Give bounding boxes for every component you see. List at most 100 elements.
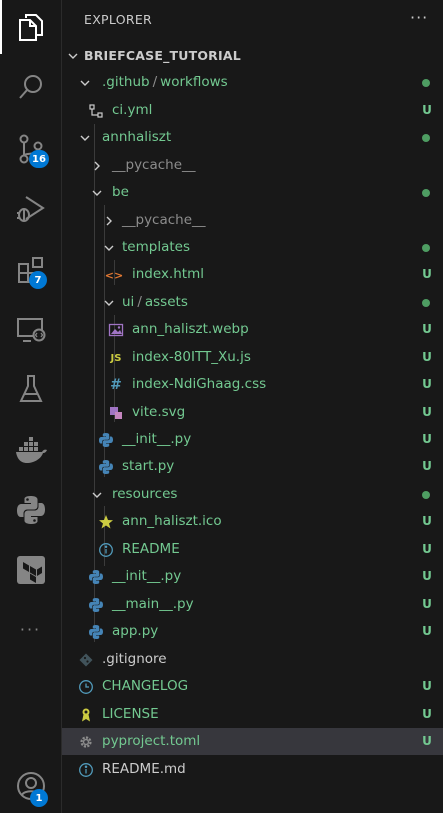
tree-file-css[interactable]: # index-NdiGhaag.css U bbox=[62, 371, 443, 398]
tree-file-main-py[interactable]: __main__.py U bbox=[62, 591, 443, 618]
tree-folder-annhaliszt[interactable]: annhaliszt bbox=[62, 124, 443, 151]
extensions-count-badge: 7 bbox=[29, 271, 47, 289]
tree-folder-resources[interactable]: resources bbox=[62, 481, 443, 508]
file-label: vite.svg bbox=[132, 404, 186, 420]
search-activity-button[interactable] bbox=[0, 60, 61, 114]
accounts-badge: 1 bbox=[30, 789, 48, 807]
file-label: ci.yml bbox=[112, 102, 153, 118]
git-status-untracked: U bbox=[422, 377, 432, 391]
git-status-untracked: U bbox=[422, 569, 432, 583]
file-label: .gitignore bbox=[102, 651, 167, 667]
explorer-activity-button[interactable] bbox=[0, 0, 61, 54]
tree-file-app-py[interactable]: app.py U bbox=[62, 618, 443, 645]
file-label: CHANGELOG bbox=[102, 678, 189, 694]
run-debug-activity-button[interactable] bbox=[0, 182, 61, 236]
tree-file-readme-md[interactable]: README.md bbox=[62, 756, 443, 783]
python-file-icon bbox=[89, 570, 103, 584]
history-icon bbox=[79, 680, 93, 694]
chevron-down-icon bbox=[80, 135, 90, 141]
tree-folder-be[interactable]: be bbox=[62, 179, 443, 206]
more-views-button[interactable]: ··· bbox=[0, 602, 61, 656]
folder-label: __pycache__ bbox=[112, 157, 196, 173]
git-status-untracked: U bbox=[422, 679, 432, 693]
css-file-icon: # bbox=[110, 376, 122, 393]
tree-folder-github-workflows[interactable]: .github / workflows bbox=[62, 69, 443, 96]
file-label: LICENSE bbox=[102, 706, 159, 722]
git-status-untracked: U bbox=[422, 459, 432, 473]
run-debug-icon bbox=[16, 196, 45, 222]
git-status-untracked: U bbox=[422, 514, 432, 528]
tree-file-ico[interactable]: ann_haliszt.ico U bbox=[62, 508, 443, 535]
modified-folder-dot bbox=[422, 134, 430, 142]
tree-root-folder[interactable]: BRIEFCASE_TUTORIAL bbox=[62, 42, 443, 69]
info-icon bbox=[99, 543, 113, 557]
tree-file-js[interactable]: JS index-80ITT_Xu.js U bbox=[62, 344, 443, 371]
python-file-icon bbox=[99, 433, 113, 447]
workflow-file-icon bbox=[89, 104, 103, 118]
source-control-activity-button[interactable]: 16 bbox=[0, 122, 61, 176]
tree-folder-pycache[interactable]: __pycache__ bbox=[62, 152, 443, 179]
chevron-down-icon bbox=[104, 245, 114, 251]
file-label: start.py bbox=[122, 458, 175, 474]
testing-activity-button[interactable] bbox=[0, 362, 61, 416]
file-label: pyproject.toml bbox=[102, 733, 201, 749]
chevron-down-icon bbox=[68, 53, 78, 59]
file-label: index-80ITT_Xu.js bbox=[132, 349, 251, 365]
file-label: README.md bbox=[102, 761, 186, 777]
more-icon: ··· bbox=[19, 619, 42, 639]
python-file-icon bbox=[89, 598, 103, 612]
remote-explorer-icon bbox=[16, 318, 45, 342]
docker-activity-button[interactable] bbox=[0, 423, 61, 477]
python-activity-button[interactable] bbox=[0, 483, 61, 537]
modified-folder-dot bbox=[422, 299, 430, 307]
file-label: app.py bbox=[112, 623, 159, 639]
git-status-untracked: U bbox=[422, 322, 432, 336]
tree-file-gitignore[interactable]: .gitignore bbox=[62, 646, 443, 673]
folder-label: templates bbox=[122, 239, 190, 255]
tree-file-index-html[interactable]: <> index.html U bbox=[62, 261, 443, 288]
tree-file-changelog[interactable]: CHANGELOG U bbox=[62, 673, 443, 700]
file-label: __init__.py bbox=[112, 568, 182, 584]
folder-label: annhaliszt bbox=[102, 129, 172, 145]
star-icon bbox=[99, 515, 113, 529]
file-label: __main__.py bbox=[112, 596, 194, 612]
git-status-untracked: U bbox=[422, 734, 432, 748]
explorer-more-actions-icon[interactable]: ··· bbox=[410, 8, 428, 27]
git-status-untracked: U bbox=[422, 707, 432, 721]
file-label: ann_haliszt.webp bbox=[132, 321, 249, 337]
folder-label: .github / workflows bbox=[102, 74, 228, 90]
html-file-icon: <> bbox=[104, 268, 124, 282]
javascript-file-icon: JS bbox=[110, 352, 122, 364]
git-status-untracked: U bbox=[422, 405, 432, 419]
accounts-activity-button[interactable]: 1 bbox=[0, 759, 61, 813]
tree-folder-ui-assets[interactable]: ui / assets bbox=[62, 289, 443, 316]
tree-file-init-py[interactable]: __init__.py U bbox=[62, 563, 443, 590]
tree-folder-templates[interactable]: templates bbox=[62, 234, 443, 261]
file-label: __init__.py bbox=[122, 431, 192, 447]
chevron-down-icon bbox=[104, 300, 114, 306]
tree-file-svg[interactable]: vite.svg U bbox=[62, 399, 443, 426]
python-icon bbox=[16, 496, 45, 524]
tree-file-ci-yml[interactable]: ci.yml U bbox=[62, 97, 443, 124]
search-icon bbox=[18, 75, 42, 99]
terraform-icon bbox=[16, 556, 45, 584]
explorer-title: EXPLORER bbox=[84, 12, 153, 27]
modified-folder-dot bbox=[422, 244, 430, 252]
extensions-activity-button[interactable]: 7 bbox=[0, 243, 61, 297]
tree-folder-pycache[interactable]: __pycache__ bbox=[62, 207, 443, 234]
tree-file-license[interactable]: LICENSE U bbox=[62, 701, 443, 728]
git-status-untracked: U bbox=[422, 267, 432, 281]
git-status-untracked: U bbox=[422, 103, 432, 117]
python-file-icon bbox=[89, 625, 103, 639]
chevron-down-icon bbox=[80, 80, 90, 86]
remote-explorer-activity-button[interactable] bbox=[0, 303, 61, 357]
tree-file-readme[interactable]: README U bbox=[62, 536, 443, 563]
terraform-activity-button[interactable] bbox=[0, 543, 61, 597]
tree-file-start-py[interactable]: start.py U bbox=[62, 453, 443, 480]
folder-label: resources bbox=[112, 486, 178, 502]
tree-file-init-py[interactable]: __init__.py U bbox=[62, 426, 443, 453]
image-file-icon bbox=[108, 323, 124, 337]
file-label: index.html bbox=[132, 266, 204, 282]
tree-file-pyproject-toml[interactable]: pyproject.toml U bbox=[62, 728, 443, 755]
tree-file-webp[interactable]: ann_haliszt.webp U bbox=[62, 316, 443, 343]
